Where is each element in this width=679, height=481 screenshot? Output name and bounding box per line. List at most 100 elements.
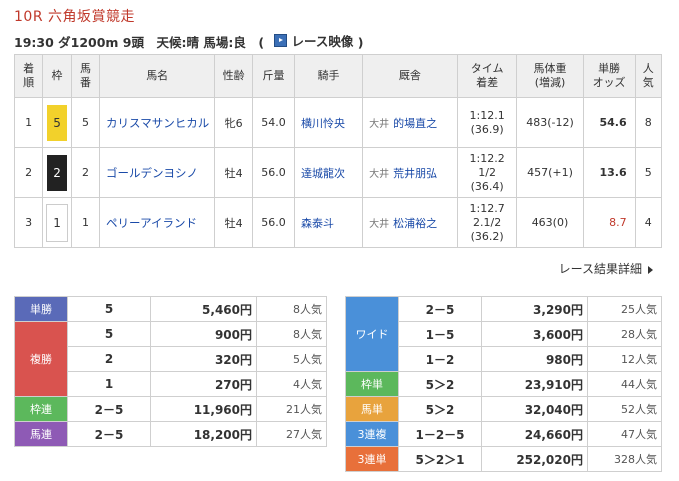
payout-row: 枠連 2－5 11,960円 21人気 [14,396,327,422]
bet-type-label: 3連複 [345,421,399,447]
time: 1:12.7 2.1/2 (36.2) [456,197,518,248]
jockey-link[interactable]: 横川怜央 [294,97,364,148]
combination: 2－5 [67,421,151,447]
bet-type-label: 3連単 [345,446,399,472]
umaban: 2 [70,147,101,198]
time: 1:12.2 1/2 (36.4) [456,147,518,198]
payout-row: 枠単 5＞2 23,910円 44人気 [345,371,662,397]
trainer-cell: 大井 松浦裕之 [362,197,458,248]
combination: 5＞2 [398,371,482,397]
results-header-row: 着 順 枠 馬 番 馬名 性齢 斤量 騎手 厩舎 タイム 着差 馬体重 (増減)… [13,54,663,98]
payout-amount: 11,960円 [150,396,257,422]
kinryo: 56.0 [251,147,296,198]
win-odds: 13.6 [582,147,636,198]
popularity: 5 [634,147,663,198]
payout-popularity: 27人気 [256,421,327,447]
bet-type-label: 枠連 [14,396,68,422]
payout-amount: 320円 [150,346,257,372]
bet-type-label: 単勝 [14,296,68,322]
table-row: 3 1 1 ペリーアイランド 牡4 56.0 森泰斗 大井 松浦裕之 1:12.7 2.1/2 (… [13,197,663,248]
bet-type-label: 枠単 [345,371,399,397]
waku-badge: 1 [46,203,69,242]
payout-popularity: 21人気 [256,396,327,422]
race-video-label: レース映像 [291,34,354,49]
payout-row: 3連複 1－2－5 24,660円 47人気 [345,421,662,447]
popularity: 8 [634,97,663,148]
payout-amount: 18,200円 [150,421,257,447]
payout-row: 複勝 5 900円 8人気 [14,321,327,397]
payout-amount: 5,460円 [150,296,257,322]
win-odds: 8.7 [582,197,636,248]
payout-row: ワイド 2－5 3,290円 25人気 [345,296,662,372]
sex-age: 牝6 [214,97,253,148]
chevron-right-icon [648,265,653,274]
race-result-detail-link[interactable]: レース結果詳細 [559,260,653,277]
payout-popularity: 328人気 [587,446,662,472]
trainer-link[interactable]: 荒井朋弘 [393,167,437,180]
combination: 1 [67,371,151,397]
payout-popularity: 12人気 [587,346,662,372]
sex-age: 牡4 [214,197,253,248]
combination: 5＞2＞1 [398,446,482,472]
payout-popularity: 52人気 [587,396,662,422]
race-video-link[interactable]: レース映像 [274,31,353,50]
payout-popularity: 28人気 [587,321,662,347]
combination: 2－5 [67,396,151,422]
waku-cell: 1 [42,197,72,248]
header-umaban: 馬 番 [70,54,101,98]
popularity: 4 [634,197,663,248]
trainer-location: 大井 [369,118,390,130]
time: 1:12.1 (36.9) [456,97,518,148]
combination: 5＞2 [398,396,482,422]
waku-badge: 5 [47,104,68,141]
payout-popularity: 25人気 [587,296,662,322]
jockey-link[interactable]: 森泰斗 [294,197,364,248]
payout-row: 単勝 5 5,460円 8人気 [14,296,327,322]
header-pop: 人 気 [634,54,663,98]
race-info: 19:30 ダ1200m 9頭 天候:晴 馬場:良 ( レース映像 ) [14,31,363,51]
trainer-link[interactable]: 松浦裕之 [393,217,437,230]
jockey-link[interactable]: 達城龍次 [294,147,364,198]
trainer-cell: 大井 荒井朋弘 [362,147,458,198]
umaban: 1 [70,197,101,248]
table-row: 1 5 5 カリスマサンヒカル 牝6 54.0 横川怜央 大井 的場直之 1:12.1 (36.9… [13,97,663,148]
payout-amount: 3,290円 [481,296,588,322]
payout-table-right: ワイド 2－5 3,290円 25人気 1－5 3,600円 28人気 1－2 980円 12人気… [345,296,662,472]
horse-weight: 457(+1) [516,147,584,198]
horse-name-link[interactable]: ペリーアイランド [99,197,216,248]
header-rank: 着 順 [13,54,44,98]
horse-name-link[interactable]: ゴールデンヨシノ [99,147,216,198]
header-name: 馬名 [99,54,216,98]
results-table: 着 順 枠 馬 番 馬名 性齢 斤量 騎手 厩舎 タイム 着差 馬体重 (増減)… [13,54,663,248]
kinryo: 56.0 [251,197,296,248]
payout-amount: 24,660円 [481,421,588,447]
waku-cell: 2 [42,147,72,198]
header-trainer: 厩舎 [362,54,458,98]
bet-type-label: 馬連 [14,421,68,447]
kinryo: 54.0 [251,97,296,148]
header-weight: 馬体重 (増減) [516,54,584,98]
sex-age: 牡4 [214,147,253,198]
trainer-location: 大井 [369,168,390,180]
combination: 2－5 [398,296,482,322]
waku-badge: 2 [47,154,68,191]
payout-popularity: 8人気 [256,296,327,322]
combination: 1－2 [398,346,482,372]
rank: 3 [13,197,44,248]
payout-popularity: 47人気 [587,421,662,447]
horse-name-link[interactable]: カリスマサンヒカル [99,97,216,148]
win-odds: 54.6 [582,97,636,148]
payout-amount: 270円 [150,371,257,397]
detail-link-label: レース結果詳細 [558,262,642,276]
trainer-link[interactable]: 的場直之 [393,117,437,130]
bet-type-label: 馬単 [345,396,399,422]
header-kinryo: 斤量 [251,54,296,98]
payout-popularity: 8人気 [256,321,327,347]
header-waku: 枠 [42,54,72,98]
combination: 1－5 [398,321,482,347]
header-jockey: 騎手 [294,54,364,98]
horse-weight: 463(0) [516,197,584,248]
bet-type-label: 複勝 [14,321,68,397]
combination: 2 [67,346,151,372]
rank: 1 [13,97,44,148]
